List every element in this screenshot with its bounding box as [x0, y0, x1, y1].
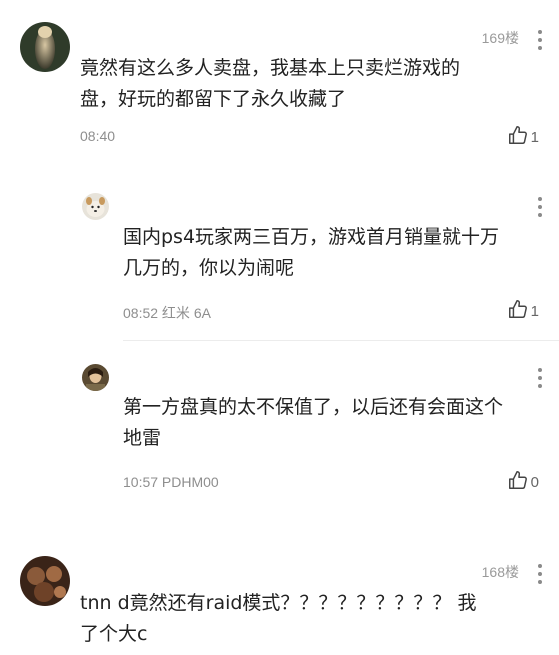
more-vertical-icon	[538, 197, 542, 201]
avatar-image	[82, 364, 109, 391]
thumbs-up-icon	[508, 126, 527, 144]
avatar-reply-1[interactable]	[82, 193, 109, 220]
like-count: 0	[530, 474, 539, 491]
avatar-image	[82, 193, 109, 220]
reply-meta: 08:52 红米 6A	[123, 305, 211, 321]
avatar-image	[20, 22, 70, 72]
avatar-user-168[interactable]	[20, 556, 70, 606]
thumbs-up-icon	[508, 300, 527, 318]
like-button[interactable]: 1	[507, 124, 539, 146]
comment-text: 竟然有这么多人卖盘，我基本上只卖烂游戏的 盘，好玩的都留下了永久收藏了	[80, 57, 461, 110]
avatar-reply-2[interactable]	[82, 364, 109, 391]
more-vertical-icon	[538, 564, 542, 568]
more-options-button[interactable]	[537, 30, 543, 50]
thumbs-up-icon	[508, 471, 527, 489]
floor-number: 168楼	[481, 564, 519, 580]
like-button[interactable]: 1	[507, 298, 539, 320]
avatar-image	[20, 556, 70, 606]
floor-number: 169楼	[481, 30, 519, 46]
like-button[interactable]: 0	[507, 469, 539, 491]
like-count: 1	[530, 303, 539, 320]
more-options-button[interactable]	[537, 197, 543, 217]
comment-text: tnn d竟然还有raid模式？？？？？？？？？ 我 了个大c	[80, 592, 477, 645]
more-vertical-icon	[538, 30, 542, 34]
more-options-button[interactable]	[537, 564, 543, 584]
reply-meta: 10:57 PDHM00	[123, 474, 219, 490]
reply-text: 国内ps4玩家两三百万，游戏首月销量就十万 几万的，你以为闹呢	[123, 226, 500, 279]
reply-divider	[123, 340, 559, 341]
reply-text: 第一方盘真的太不保值了，以后还有会面这个 地雷	[123, 396, 504, 449]
like-count: 1	[530, 129, 539, 146]
more-vertical-icon	[538, 368, 542, 372]
comment-time: 08:40	[80, 128, 116, 144]
more-options-button[interactable]	[537, 368, 543, 388]
avatar-user-169[interactable]	[20, 22, 70, 72]
